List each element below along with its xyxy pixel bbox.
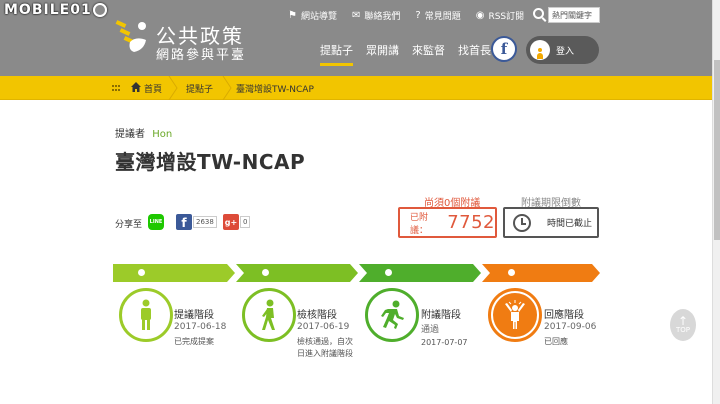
person-celebrating-icon [505, 300, 525, 329]
person-running-icon [381, 300, 404, 329]
site-header: 公共政策 網路參與平臺 ⚑ 網站導覽 ✉ 聯絡我們 ? 常見問題 ◉ RSS訂閱… [0, 0, 720, 76]
site-subtitle[interactable]: 網路參與平臺 [156, 44, 246, 63]
back-to-top-label: TOP [675, 326, 690, 334]
breadcrumb: 首頁 提點子 臺灣增設TW-NCAP [0, 76, 720, 100]
arrow-up-icon: ↑ [677, 314, 689, 328]
seconds-count-label: 已附議： [410, 212, 429, 236]
stage-3-title: 附議階段 [421, 310, 461, 321]
rss-icon: ◉ [475, 10, 485, 21]
stage-arrow-3 [359, 264, 481, 282]
login-button[interactable]: 登入 [526, 36, 599, 64]
facebook-share-icon[interactable]: f [176, 214, 192, 230]
stage-1-title: 提議階段 [174, 310, 214, 321]
person-walking-icon [262, 299, 275, 330]
toplink-sitemap[interactable]: ⚑ 網站導覽 [288, 9, 337, 22]
watermark: MOBILE01 [4, 2, 107, 18]
clock-icon [513, 213, 531, 232]
gplus-share-icon[interactable]: g+ [223, 214, 239, 230]
stage-4-status: 已回應 [544, 337, 568, 346]
nav-item-supervise[interactable]: 來監督 [412, 42, 445, 64]
breadcrumb-home[interactable]: 首頁 [144, 82, 162, 95]
site-logo-icon[interactable] [114, 18, 152, 58]
back-to-top-button[interactable]: ↑ TOP [670, 309, 696, 341]
facebook-icon[interactable]: f [491, 36, 517, 62]
proposer-label: 提議者 [115, 129, 145, 140]
breadcrumb-separator-icon [168, 76, 178, 100]
main-content: 提議者 Hon 臺灣增設TW-NCAP 分享至 LINE f 2638 g+ 0… [0, 100, 712, 404]
stage-dot [508, 269, 515, 276]
toplink-label: 網站導覽 [300, 12, 337, 22]
proposer-name: Hon [152, 129, 173, 140]
top-links: ⚑ 網站導覽 ✉ 聯絡我們 ? 常見問題 ◉ RSS訂閱 [288, 9, 539, 22]
stage-3-status: 通過 [421, 325, 440, 335]
stage-2-status: 檢核通過，自次日進入附議階段 [297, 337, 353, 358]
home-icon [131, 82, 141, 92]
stage-4-title: 回應階段 [544, 310, 584, 321]
seconds-count-value: 7752 [447, 212, 495, 233]
stage-4-date: 2017-09-06 [544, 322, 597, 332]
stage-dot [385, 269, 392, 276]
stage-2-date: 2017-06-19 [297, 322, 350, 332]
deadline-status: 時間已截止 [547, 219, 593, 229]
breadcrumb-separator-icon [222, 76, 232, 100]
line-share-icon[interactable]: LINE [148, 214, 164, 230]
breadcrumb-level1[interactable]: 提點子 [186, 82, 213, 95]
nav-item-officials[interactable]: 找首長 [458, 42, 491, 64]
nav-item-ideas[interactable]: 提點子 [320, 42, 353, 66]
toplink-contact[interactable]: ✉ 聯絡我們 [352, 9, 400, 22]
toplink-faq[interactable]: ? 常見問題 [415, 9, 460, 22]
stage-1-date: 2017-06-18 [174, 322, 227, 332]
stage-arrow-1 [113, 264, 235, 282]
proposer: 提議者 Hon [115, 125, 172, 140]
login-label: 登入 [556, 46, 575, 57]
deadline-box: 時間已截止 [503, 207, 599, 238]
page-title: 臺灣增設TW-NCAP [115, 150, 306, 174]
stage-arrow-2 [236, 264, 358, 282]
search-icon[interactable] [533, 8, 544, 19]
toplink-label: 常見問題 [424, 12, 461, 22]
stage-3-circle [365, 288, 419, 342]
facebook-share-count: 2638 [193, 216, 217, 228]
stage-dot [138, 269, 145, 276]
user-icon [530, 40, 550, 60]
seconds-count-box: 已附議： 7752 [398, 207, 497, 238]
stage-3-date: 2017-07-07 [421, 338, 468, 347]
gplus-share-count: 0 [240, 216, 251, 228]
mail-icon: ✉ [351, 10, 361, 21]
menu-icon[interactable] [112, 85, 120, 91]
stage-2-circle [242, 288, 296, 342]
question-icon: ? [415, 10, 421, 21]
search-input[interactable]: 熱門關鍵字 [548, 7, 600, 23]
scrollbar-thumb[interactable] [714, 60, 720, 240]
scrollbar[interactable] [712, 0, 720, 404]
share-label: 分享至 [115, 220, 143, 230]
main-nav: 提點子 眾開講 來監督 找首長 [320, 42, 504, 66]
stage-2-title: 檢核階段 [297, 310, 337, 321]
sitemap-icon: ⚑ [288, 10, 297, 21]
person-standing-icon [141, 299, 151, 330]
nav-item-discuss[interactable]: 眾開講 [366, 42, 399, 64]
stage-1-circle [119, 288, 173, 342]
stage-dot [262, 269, 269, 276]
breadcrumb-current: 臺灣增設TW-NCAP [236, 85, 314, 95]
toplink-label: 聯絡我們 [364, 12, 401, 22]
toplink-rss[interactable]: ◉ RSS訂閱 [476, 9, 524, 22]
stage-4-circle [488, 288, 542, 342]
stage-1-status: 已完成提案 [174, 337, 214, 346]
toplink-label: RSS訂閱 [488, 12, 525, 22]
stage-arrow-4 [482, 264, 600, 282]
